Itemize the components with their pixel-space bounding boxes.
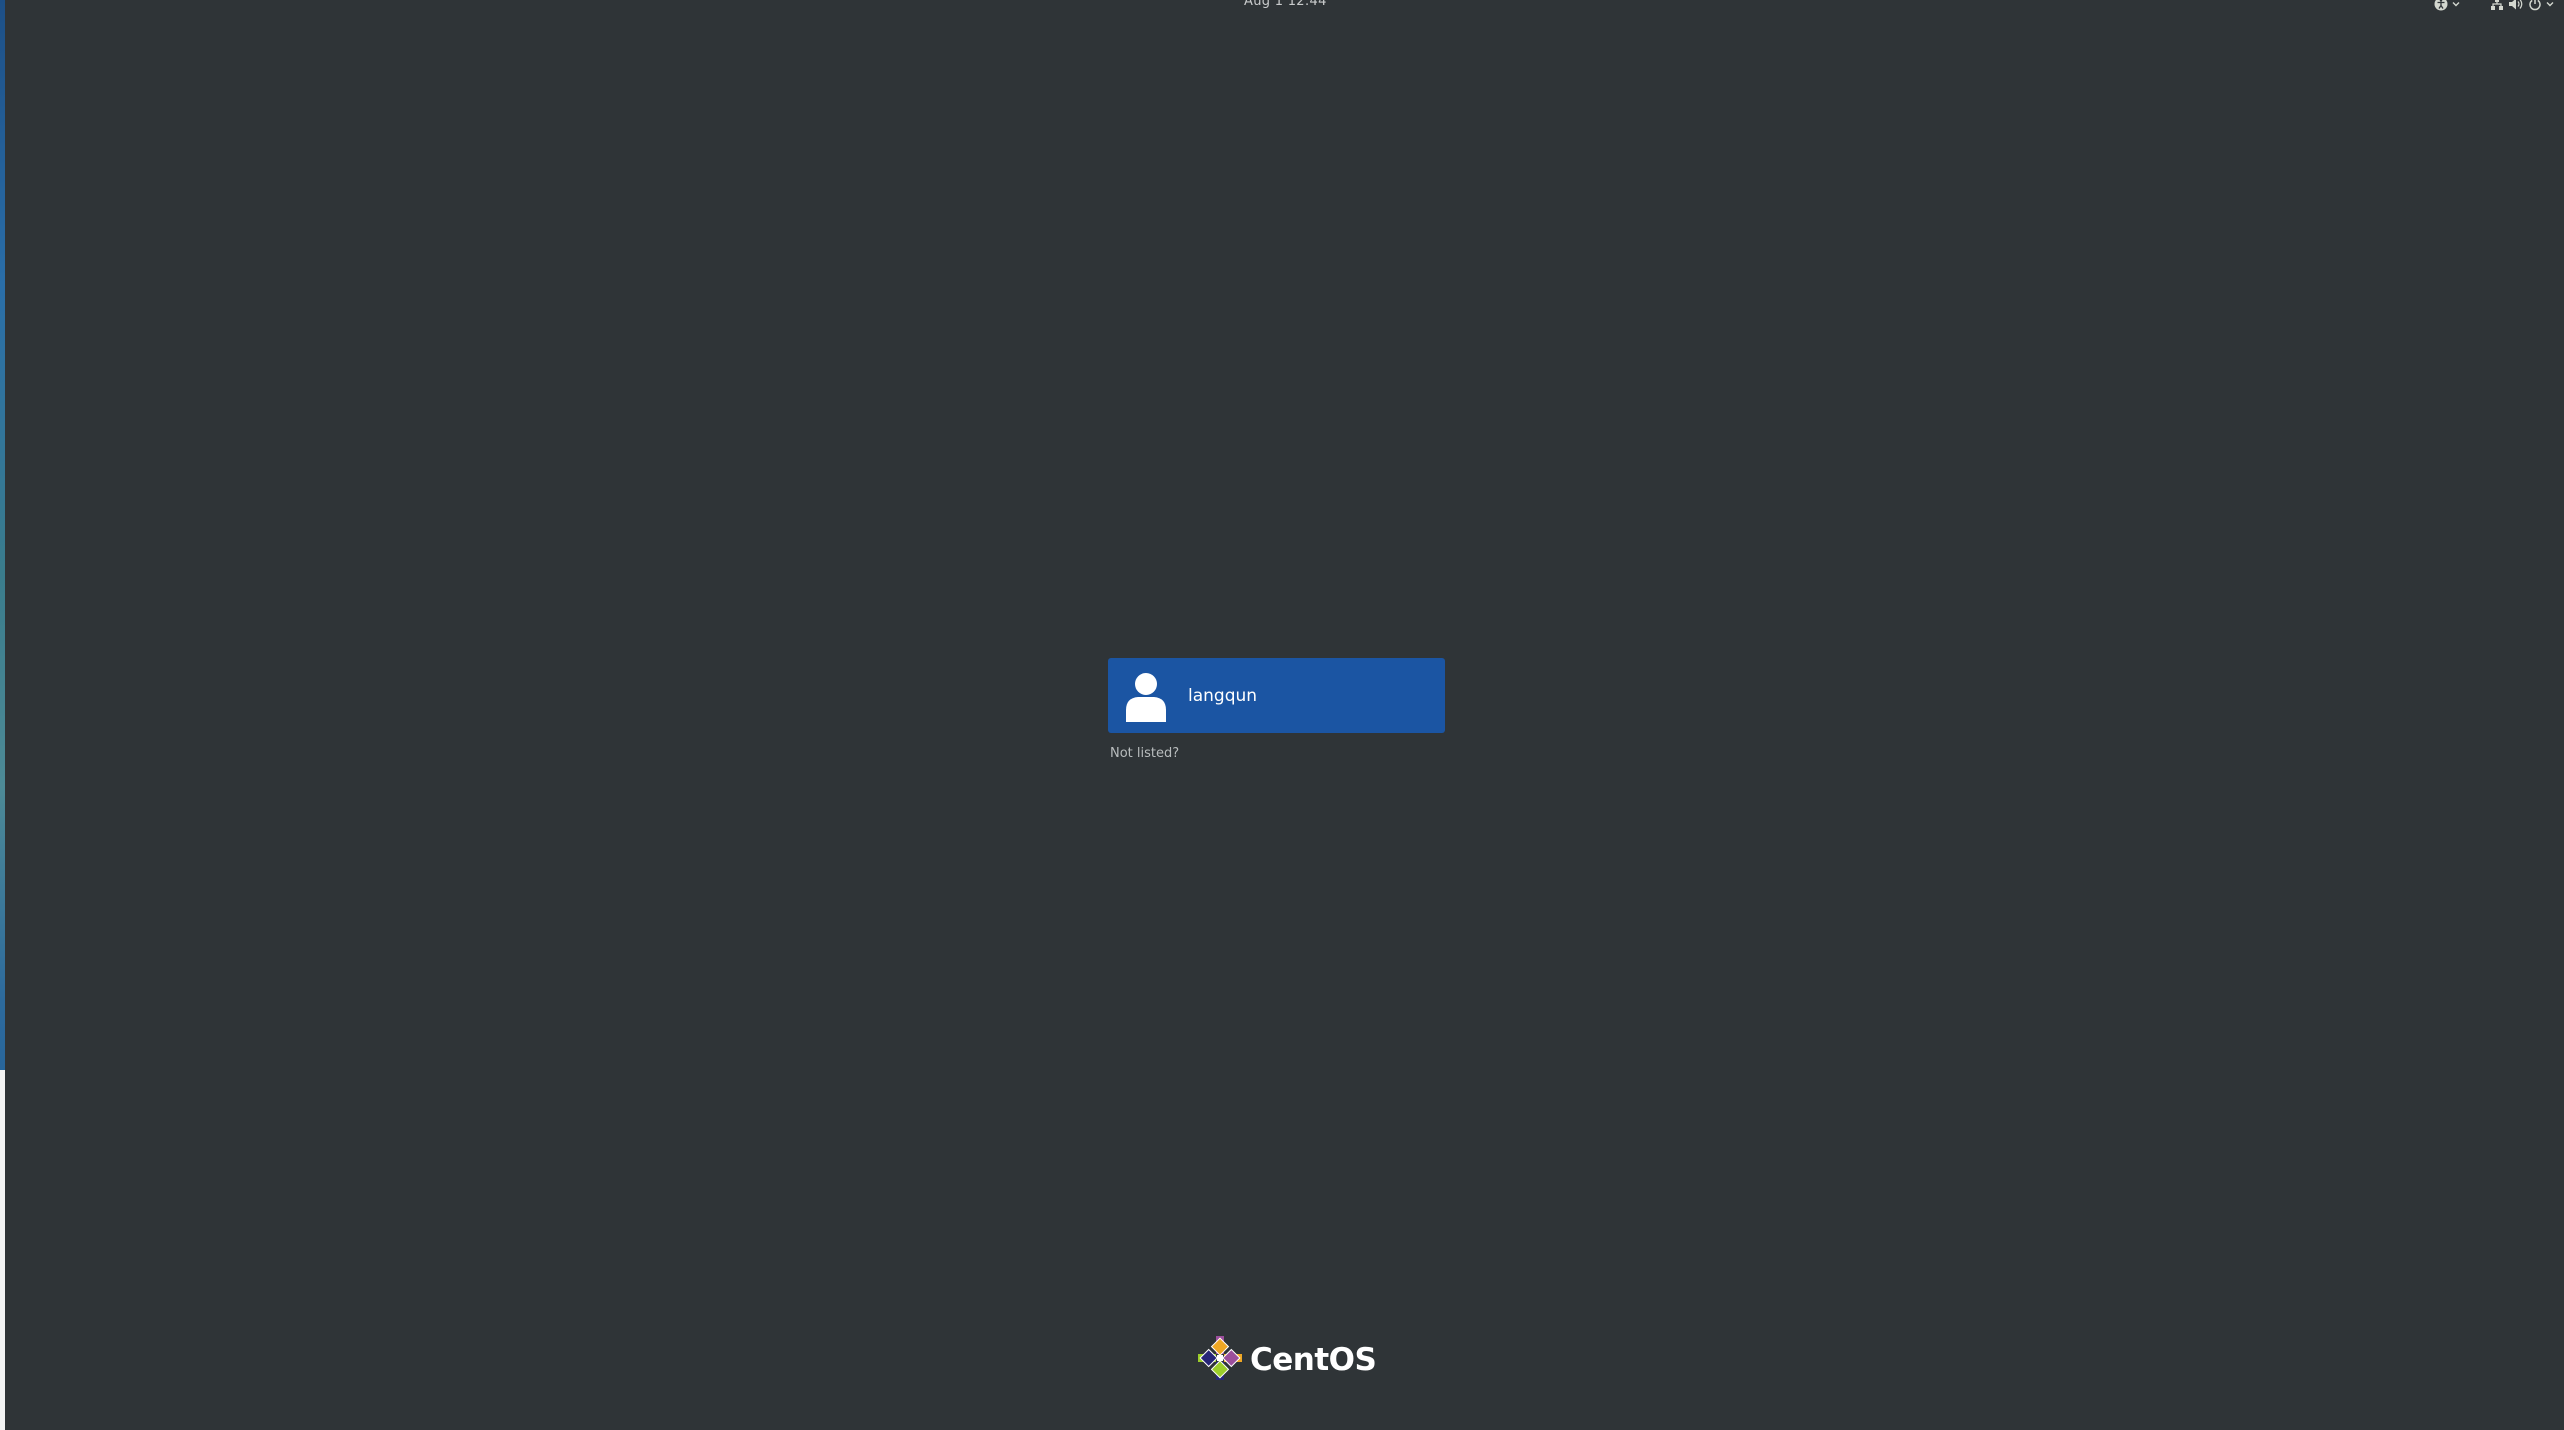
centos-wordmark: CentOS <box>1250 1342 1377 1378</box>
login-screen: Aug 1 12:44 langqun Not listed? CentOS <box>0 0 2564 1430</box>
user-avatar-icon <box>1124 668 1168 724</box>
centos-logo-icon <box>1196 1334 1244 1386</box>
network-icon <box>2490 0 2504 11</box>
not-listed-button[interactable]: Not listed? <box>1110 746 1179 761</box>
top-bar: Aug 1 12:44 <box>0 0 2564 14</box>
accessibility-menu[interactable] <box>2434 0 2460 11</box>
distro-logo: CentOS <box>1196 1334 1377 1386</box>
system-tray <box>2434 0 2554 11</box>
chevron-down-icon <box>2452 1 2460 7</box>
wallpaper-edge-bottom <box>0 1070 5 1430</box>
chevron-down-icon <box>2546 1 2554 7</box>
username-label: langqun <box>1188 685 1258 706</box>
system-menu[interactable] <box>2490 0 2554 11</box>
clock[interactable]: Aug 1 12:44 <box>1244 0 1327 9</box>
power-icon <box>2528 0 2542 11</box>
volume-icon <box>2508 0 2524 11</box>
accessibility-icon <box>2434 0 2448 11</box>
user-list-item[interactable]: langqun <box>1108 658 1445 733</box>
